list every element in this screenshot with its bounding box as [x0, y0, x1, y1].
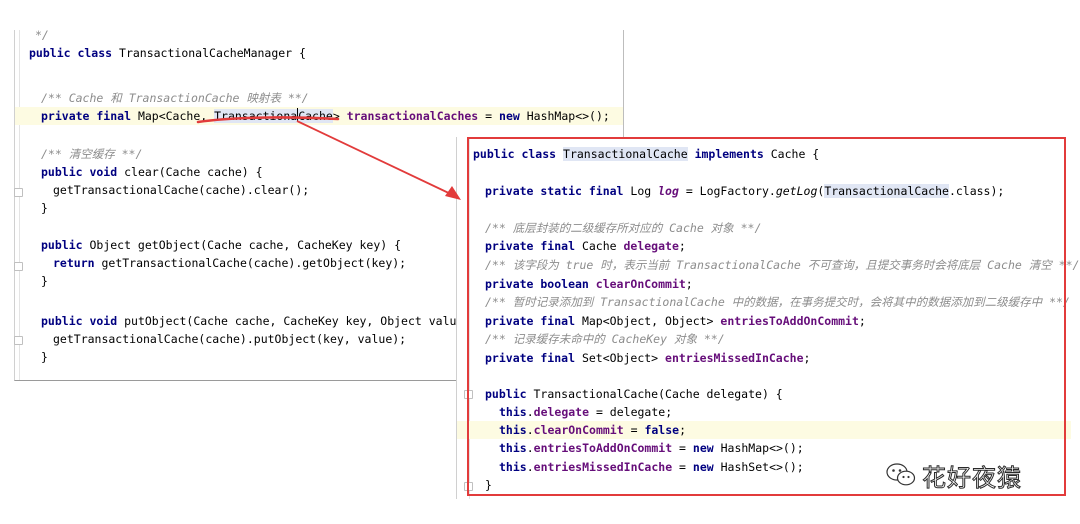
fold-toggle-clear[interactable] [14, 188, 23, 197]
left-code-line[interactable]: public class TransactionalCacheManager { [15, 44, 623, 62]
code-token: > [332, 109, 347, 123]
code-token: Object getObject(Cache cache, CacheKey k… [89, 238, 402, 252]
code-token: public void [41, 314, 125, 328]
code-token: } [41, 274, 48, 288]
code-token: HashMap<>(); [526, 109, 610, 123]
left-code-line[interactable]: /** Cache 和 TransactionCache 映射表 **/ [15, 89, 623, 107]
code-token: getTransactionalCache(cache).getObject(k… [101, 256, 407, 270]
code-token: 映射表 **/ [239, 91, 309, 105]
fold-toggle-getobject[interactable] [14, 262, 23, 271]
code-token: getTransactionalCache(cache).putObject(k… [53, 332, 407, 346]
left-code-line[interactable]: */ [15, 26, 623, 44]
wechat-icon [886, 463, 916, 486]
left-code-line[interactable]: private final Map<Cache, TransactionaCac… [15, 107, 623, 125]
annotation-highlight-box [467, 137, 1066, 496]
code-token: return [53, 256, 102, 270]
code-token: Cache [298, 109, 333, 123]
code-token: 和 [103, 91, 129, 105]
code-token: } [41, 201, 48, 215]
code-token: **/ [114, 147, 143, 161]
code-token: } [41, 350, 48, 364]
code-token: TransactionalCacheManager { [119, 46, 306, 60]
code-token: getTransactionalCache(cache).clear(); [53, 183, 310, 197]
watermark-text: 花好夜猿 [922, 463, 1022, 492]
code-token: /** [41, 91, 69, 105]
code-token: */ [35, 28, 49, 42]
code-token: putObject(Cache cache, CacheKey key, Obj… [124, 314, 485, 328]
code-token: = [478, 109, 500, 123]
fold-toggle-putobject[interactable] [14, 336, 23, 345]
code-token: private final [41, 109, 138, 123]
code-token: Map<Cache, [137, 109, 215, 123]
code-token: Cache [68, 91, 104, 105]
code-token: transactionalCaches [346, 109, 479, 123]
code-token: public class [29, 46, 120, 60]
code-token: Transactiona [214, 109, 298, 123]
code-token: public [41, 238, 90, 252]
code-token: clear(Cache cache) { [124, 165, 263, 179]
watermark: 花好夜猿 [886, 455, 1022, 495]
code-token: public void [41, 165, 125, 179]
code-token: /** [41, 147, 69, 161]
code-token: TransactionCache [128, 91, 240, 105]
code-token: new [499, 109, 527, 123]
code-token: 清空缓存 [68, 147, 115, 161]
left-code-line[interactable] [15, 71, 623, 89]
